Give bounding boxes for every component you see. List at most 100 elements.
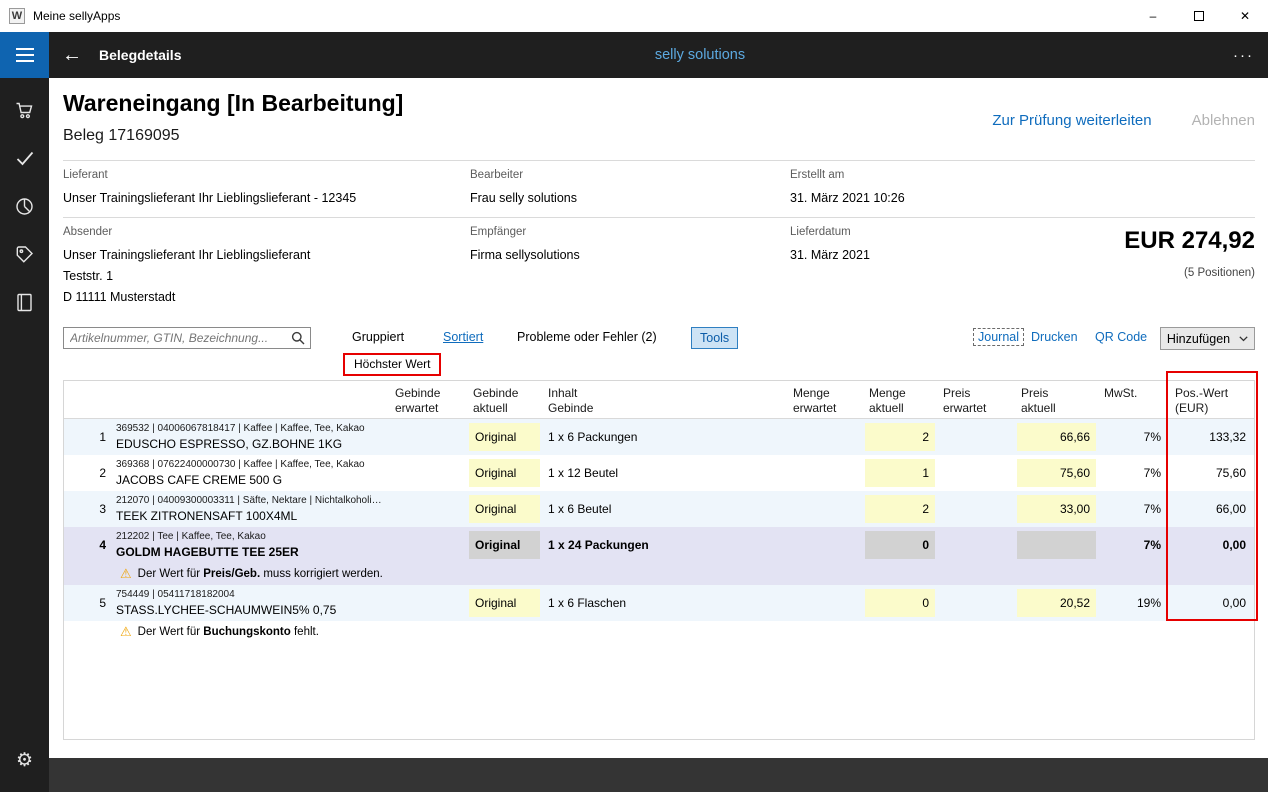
journal-link[interactable]: Journal xyxy=(973,328,1024,346)
header-number xyxy=(64,381,114,418)
qr-code-link[interactable]: QR Code xyxy=(1095,330,1147,344)
header-pos-wert[interactable]: Pos.-Wert (EUR) xyxy=(1169,381,1254,418)
preis-aktuell-cell[interactable] xyxy=(1015,527,1098,563)
article-meta: 754449 | 05411718182004 xyxy=(114,588,389,602)
menge-erwartet-cell xyxy=(787,491,863,527)
mwst-cell: 19% xyxy=(1098,585,1169,621)
table-row[interactable]: 1 369532 | 04006067818417 | Kaffee | Kaf… xyxy=(64,418,1254,455)
close-button[interactable]: ✕ xyxy=(1222,0,1268,32)
article-cell[interactable]: 212202 | Tee | Kaffee, Tee, Kakao GOLDM … xyxy=(114,527,389,563)
pos-wert-cell: 133,32 xyxy=(1169,418,1254,455)
position-count: (5 Positionen) xyxy=(1124,267,1255,279)
gebinde-erwartet-cell xyxy=(389,418,467,455)
article-cell[interactable]: 754449 | 05411718182004 STASS.LYCHEE-SCH… xyxy=(114,585,389,621)
header-gebinde-aktuell[interactable]: Gebinde aktuell xyxy=(467,381,542,418)
print-link[interactable]: Drucken xyxy=(1031,330,1078,344)
inhalt-cell: 1 x 24 Packungen xyxy=(542,527,787,563)
document-number: Beleg 17169095 xyxy=(63,127,1255,145)
menge-aktuell-cell[interactable]: 0 xyxy=(863,585,937,621)
tools-button[interactable]: Tools xyxy=(691,327,738,349)
sidebar-item-reports[interactable] xyxy=(0,182,49,230)
absender-label: Absender xyxy=(63,226,470,238)
preis-aktuell-cell[interactable]: 33,00 xyxy=(1015,491,1098,527)
gebinde-aktuell-cell[interactable]: Original xyxy=(467,455,542,491)
book-icon xyxy=(16,293,33,312)
gebinde-erwartet-cell xyxy=(389,527,467,563)
article-cell[interactable]: 212070 | 04009300003311 | Säfte, Nektare… xyxy=(114,491,389,527)
gebinde-aktuell-cell[interactable]: Original xyxy=(467,585,542,621)
hamburger-menu-button[interactable] xyxy=(0,32,49,78)
inhalt-cell: 1 x 12 Beutel xyxy=(542,455,787,491)
header-menge-erwartet[interactable]: Menge erwartet xyxy=(787,381,863,418)
row-number: 5 xyxy=(64,585,114,621)
add-dropdown-button[interactable]: Hinzufügen xyxy=(1160,327,1255,350)
pos-wert-cell: 75,60 xyxy=(1169,455,1254,491)
header-preis-erwartet[interactable]: Preis erwartet xyxy=(937,381,1015,418)
footer-bar xyxy=(49,758,1268,792)
table-row-selected[interactable]: 4 212202 | Tee | Kaffee, Tee, Kakao GOLD… xyxy=(64,527,1254,563)
search-box[interactable] xyxy=(63,327,311,349)
menge-aktuell-cell[interactable]: 1 xyxy=(863,455,937,491)
gebinde-aktuell-cell[interactable]: Original xyxy=(467,491,542,527)
sidebar-item-tasks[interactable] xyxy=(0,134,49,182)
reject-button[interactable]: Ablehnen xyxy=(1192,112,1255,129)
total-amount: EUR 274,92 xyxy=(1124,227,1255,255)
preis-erwartet-cell xyxy=(937,491,1015,527)
sidebar-item-settings[interactable]: ⚙ xyxy=(0,736,49,784)
menge-aktuell-cell[interactable]: 2 xyxy=(863,491,937,527)
problems-filter[interactable]: Probleme oder Fehler (2) xyxy=(517,330,657,344)
table-row[interactable]: 2 369368 | 07622400000730 | Kaffee | Kaf… xyxy=(64,455,1254,491)
inhalt-cell: 1 x 6 Flaschen xyxy=(542,585,787,621)
menge-erwartet-cell xyxy=(787,418,863,455)
bearbeiter-label: Bearbeiter xyxy=(470,169,790,181)
preis-aktuell-cell[interactable]: 20,52 xyxy=(1015,585,1098,621)
header-gebinde-erwartet[interactable]: Gebinde erwartet xyxy=(389,381,467,418)
mwst-cell: 7% xyxy=(1098,491,1169,527)
article-cell[interactable]: 369368 | 07622400000730 | Kaffee | Kaffe… xyxy=(114,455,389,491)
grouped-toggle[interactable]: Gruppiert xyxy=(352,330,404,344)
erstellt-am-label: Erstellt am xyxy=(790,169,1255,181)
chevron-down-icon xyxy=(1239,336,1248,342)
header-menge-aktuell[interactable]: Menge aktuell xyxy=(863,381,937,418)
preis-erwartet-cell xyxy=(937,418,1015,455)
table-row[interactable]: 3 212070 | 04009300003311 | Säfte, Nekta… xyxy=(64,491,1254,527)
maximize-button[interactable] xyxy=(1176,0,1222,32)
maximize-icon xyxy=(1194,11,1204,21)
erstellt-am-value: 31. März 2021 10:26 xyxy=(790,188,1255,209)
hoechster-wert-callout: Höchster Wert xyxy=(343,353,441,376)
more-options-button[interactable]: ··· xyxy=(1233,47,1254,64)
article-cell[interactable]: 369532 | 04006067818417 | Kaffee | Kaffe… xyxy=(114,418,389,455)
preis-aktuell-cell[interactable]: 66,66 xyxy=(1015,418,1098,455)
header-inhalt-gebinde[interactable]: Inhalt Gebinde xyxy=(542,381,787,418)
mwst-cell: 7% xyxy=(1098,527,1169,563)
minimize-button[interactable]: – xyxy=(1130,0,1176,32)
search-icon[interactable] xyxy=(291,331,305,345)
table-row[interactable]: 5 754449 | 05411718182004 STASS.LYCHEE-S… xyxy=(64,585,1254,621)
preis-aktuell-cell[interactable]: 75,60 xyxy=(1015,455,1098,491)
header-preis-aktuell[interactable]: Preis aktuell xyxy=(1015,381,1098,418)
sidebar-item-catalog[interactable] xyxy=(0,278,49,326)
gebinde-aktuell-cell[interactable]: Original xyxy=(467,418,542,455)
lieferant-label: Lieferant xyxy=(63,169,470,181)
row-number: 4 xyxy=(64,527,114,563)
menge-erwartet-cell xyxy=(787,585,863,621)
header-article xyxy=(114,381,389,418)
menge-aktuell-cell[interactable]: 0 xyxy=(863,527,937,563)
back-button[interactable]: ← xyxy=(49,32,95,78)
gebinde-erwartet-cell xyxy=(389,455,467,491)
empfaenger-label: Empfänger xyxy=(470,226,790,238)
absender-line2: Teststr. 1 xyxy=(63,266,470,287)
gebinde-aktuell-cell[interactable]: Original xyxy=(467,527,542,563)
window-title: Meine sellyApps xyxy=(33,9,120,23)
sidebar-item-prices[interactable] xyxy=(0,230,49,278)
sidebar-item-cart[interactable] xyxy=(0,86,49,134)
forward-for-review-button[interactable]: Zur Prüfung weiterleiten xyxy=(992,112,1151,129)
sorted-toggle[interactable]: Sortiert xyxy=(443,330,483,344)
app-icon: W xyxy=(9,8,25,24)
menge-aktuell-cell[interactable]: 2 xyxy=(863,418,937,455)
search-input[interactable] xyxy=(64,331,291,345)
empfaenger-value: Firma sellysolutions xyxy=(470,245,790,266)
gebinde-erwartet-cell xyxy=(389,585,467,621)
toolbar: Gruppiert Sortiert Probleme oder Fehler … xyxy=(63,327,1255,351)
header-mwst[interactable]: MwSt. xyxy=(1098,381,1169,418)
